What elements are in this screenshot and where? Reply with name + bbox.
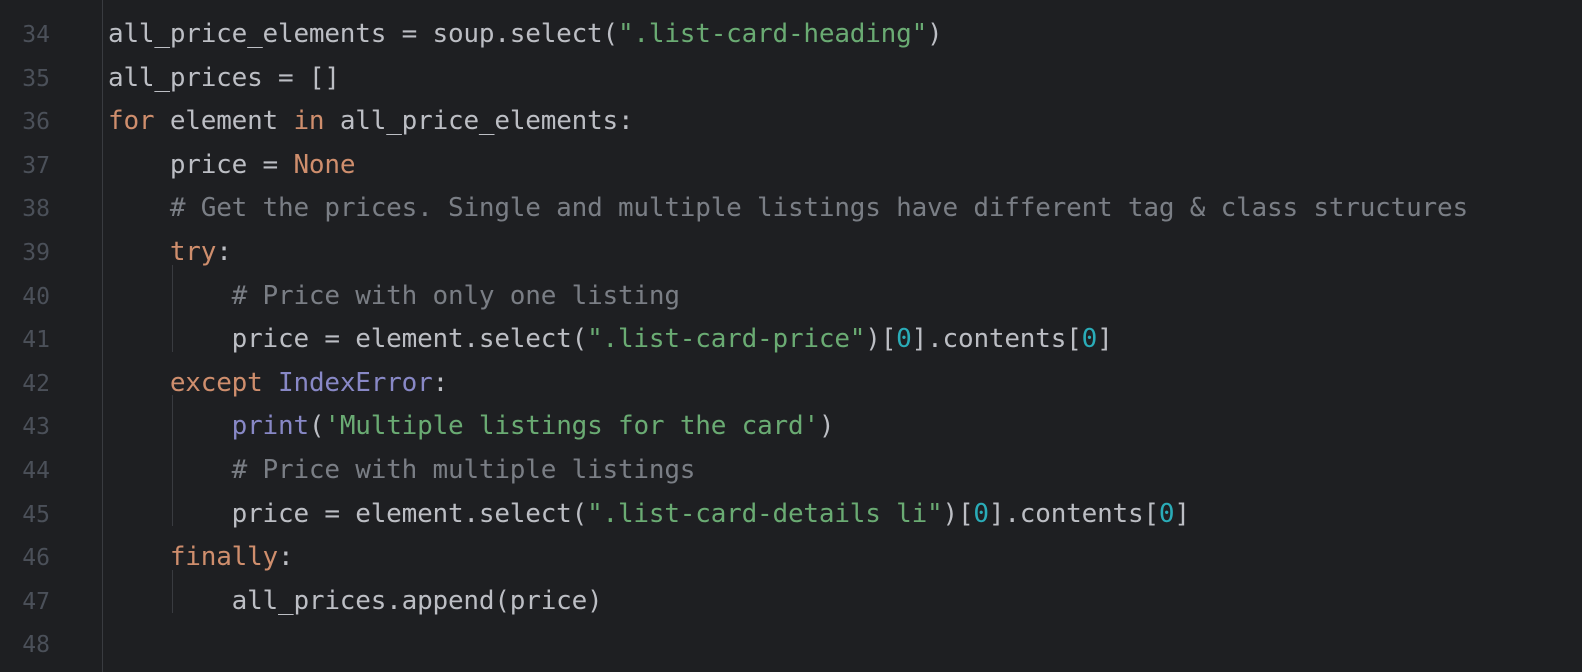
line-number: 44 [22, 458, 50, 484]
code-line[interactable]: 44 # Price with multiple listings [0, 451, 1582, 495]
code-token: 0 [973, 498, 989, 529]
code-text[interactable]: # Price with multiple listings [108, 455, 696, 485]
code-token: try [169, 237, 217, 267]
indent-guide [172, 395, 174, 527]
code-token: price = element.select( [108, 324, 588, 355]
code-token: ] [1174, 498, 1190, 529]
line-number: 34 [22, 22, 50, 48]
code-text[interactable]: except IndexError: [108, 368, 448, 398]
code-text[interactable]: try: [108, 237, 232, 267]
indent-guide [172, 264, 174, 352]
code-token: : [278, 542, 294, 573]
code-line[interactable]: 33 [0, 0, 1582, 15]
code-token: ].contents[ [911, 324, 1082, 355]
code-token: ) [818, 411, 835, 442]
code-token: 0 [1158, 498, 1175, 529]
code-token: price = [108, 149, 294, 180]
code-line[interactable]: 41 price = element.select(".list-card-pr… [0, 320, 1582, 364]
code-token: # Price with only one listing [231, 280, 680, 311]
code-token: element [154, 106, 294, 137]
indent-guide [172, 569, 174, 614]
code-text[interactable]: finally: [108, 542, 294, 573]
code-text[interactable]: price = element.select(".list-card-price… [108, 324, 1113, 354]
code-text[interactable]: all_prices.append(price) [108, 586, 603, 616]
code-line[interactable]: 48 [0, 625, 1582, 669]
code-line[interactable]: 34 all_price_elements = soup.select(".lis… [0, 15, 1582, 59]
code-line[interactable]: 43 print('Multiple listings for the card… [0, 407, 1582, 451]
code-token: ".list-card-heading" [617, 19, 928, 49]
line-number: 40 [22, 283, 50, 310]
code-token: # Price with multiple listings [231, 455, 696, 485]
code-line[interactable]: 46 finally: [0, 538, 1582, 582]
code-token: all_prices = [] [108, 62, 340, 93]
code-token: 0 [896, 324, 912, 355]
code-token: 'Multiple listings for the card' [324, 411, 819, 442]
code-token: : [216, 237, 232, 267]
code-text[interactable]: all_price_elements = soup.select(".list-… [108, 19, 943, 49]
line-number: 42 [22, 370, 50, 397]
code-text[interactable]: price = element.select(".list-card-detai… [108, 499, 1190, 529]
code-token: ".list-card-details li" [587, 498, 943, 529]
code-text[interactable]: print('Multiple listings for the card') [108, 411, 835, 442]
code-text[interactable]: # Price with only one listing [108, 281, 680, 311]
code-token: print [231, 411, 309, 442]
line-number: 37 [22, 152, 50, 179]
line-number: 39 [22, 240, 50, 266]
code-token: all_price_elements = soup.select( [108, 19, 618, 49]
line-number: 35 [22, 65, 50, 92]
code-token: ].contents[ [988, 498, 1159, 529]
code-token: : [432, 367, 449, 398]
code-token: ( [308, 411, 325, 442]
code-token: finally [169, 542, 279, 573]
code-token: all_prices.append(price) [108, 585, 603, 616]
code-token: IndexError [278, 367, 433, 398]
code-token: ] [1097, 324, 1113, 355]
code-token: ".list-card-price" [587, 324, 866, 355]
line-number: 48 [22, 632, 50, 659]
code-line[interactable]: 40 # Price with only one listing [0, 277, 1582, 321]
line-number: 46 [22, 545, 50, 572]
code-line[interactable]: 35 all_prices = [] [0, 59, 1582, 103]
line-number: 33 [0, 0, 50, 4]
code-text[interactable]: for element in all_price_elements: [108, 106, 634, 137]
code-token: for [108, 106, 155, 137]
code-token: ) [927, 19, 943, 49]
code-token: )[ [942, 498, 974, 529]
code-line[interactable]: 39 try: [0, 233, 1582, 277]
code-token: )[ [865, 324, 897, 355]
code-editor[interactable]: 3334all_price_elements = soup.select(".l… [0, 0, 1582, 672]
code-token: None [293, 149, 356, 180]
code-line[interactable]: 38 # Get the prices. Single and multiple… [0, 189, 1582, 233]
code-line[interactable]: 42 except IndexError: [0, 364, 1582, 408]
line-number: 47 [22, 588, 50, 615]
code-text[interactable]: all_prices = [] [108, 63, 340, 93]
line-number: 43 [22, 414, 50, 441]
code-token: price = element.select( [108, 498, 588, 529]
code-line[interactable]: 37 price = None [0, 146, 1582, 190]
code-line[interactable]: 47 all_prices.append(price) [0, 582, 1582, 626]
line-number: 45 [22, 501, 50, 528]
code-token: # Get the prices. Single and multiple li… [169, 193, 1468, 224]
code-text[interactable]: # Get the prices. Single and multiple li… [108, 193, 1468, 223]
code-token: all_price_elements: [324, 106, 634, 137]
code-line[interactable]: 45 price = element.select(".list-card-de… [0, 495, 1582, 539]
line-number: 41 [22, 327, 50, 354]
code-line[interactable]: 36 for element in all_price_elements: [0, 102, 1582, 146]
code-text[interactable]: price = None [108, 149, 356, 180]
line-number: 36 [22, 109, 50, 136]
line-number: 38 [22, 196, 50, 223]
code-token: 0 [1081, 324, 1098, 355]
code-token: in [293, 106, 325, 137]
code-token: except [169, 367, 263, 398]
